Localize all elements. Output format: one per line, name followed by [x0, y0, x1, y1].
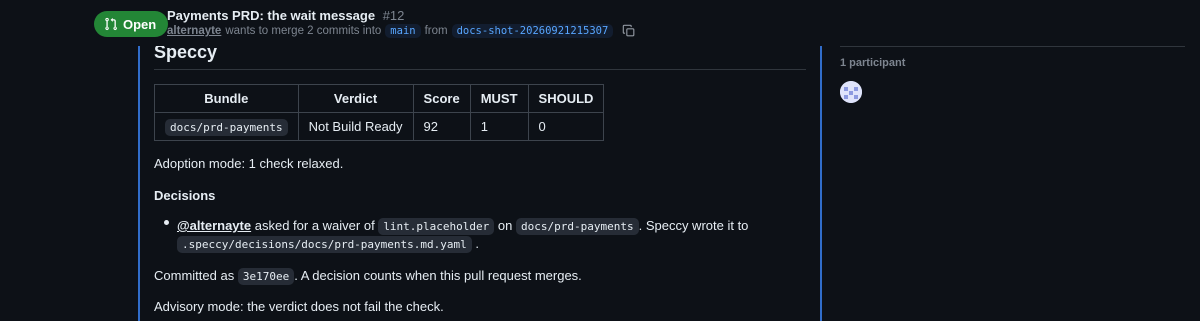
cell-verdict: Not Build Ready — [297, 112, 414, 141]
column-header-verdict: Verdict — [297, 84, 414, 113]
heading-divider — [154, 69, 806, 70]
cell-score: 92 — [412, 112, 471, 141]
decisions-heading: Decisions — [154, 188, 216, 203]
decision-bundle-code: docs/prd-payments — [516, 218, 639, 235]
git-pull-request-icon — [105, 17, 117, 31]
list-bullet — [164, 220, 169, 225]
column-header-score: Score — [412, 84, 471, 113]
decision-text-3: . Speccy wrote it to — [638, 218, 749, 233]
head-branch[interactable]: docs-shot-20260921215307 — [451, 24, 614, 38]
avatar[interactable] — [840, 81, 862, 103]
column-header-should: SHOULD — [527, 84, 605, 113]
pr-state-label: Open — [123, 16, 157, 32]
cell-must: 1 — [469, 112, 529, 141]
pr-title[interactable]: Payments PRD: the wait message — [167, 8, 375, 23]
table-row: docs/prd-payments Not Build Ready 92 1 0 — [154, 112, 605, 141]
pr-author-link[interactable]: alternayte — [167, 25, 221, 37]
adoption-mode-text: Adoption mode: 1 check relaxed. — [154, 156, 344, 171]
pr-state-badge: Open — [94, 11, 169, 37]
pr-title-row: Payments PRD: the wait message #12 — [167, 8, 404, 23]
cell-should: 0 — [527, 112, 605, 141]
decision-text-4: . — [475, 236, 480, 251]
avatar-identicon-icon — [840, 81, 862, 103]
committed-suffix: . A decision counts when this pull reque… — [294, 268, 582, 283]
from-text: from — [424, 25, 448, 37]
decision-line-2: .speccy/decisions/docs/prd-payments.md.y… — [177, 236, 480, 253]
copy-icon[interactable] — [622, 24, 636, 38]
committed-prefix: Committed as — [154, 268, 235, 283]
bundle-code: docs/prd-payments — [165, 119, 288, 136]
commit-sha-code: 3e170ee — [237, 268, 295, 285]
advisory-mode-text: Advisory mode: the verdict does not fail… — [154, 299, 444, 314]
pr-merge-info: alternayte wants to merge 2 commits into… — [167, 24, 636, 38]
verdict-table: Bundle Verdict Score MUST SHOULD docs/pr… — [154, 84, 605, 141]
sidebar-divider — [840, 46, 1185, 47]
committed-line: Committed as 3e170ee. A decision counts … — [154, 268, 582, 285]
column-header-must: MUST — [469, 84, 529, 113]
column-header-bundle: Bundle — [154, 84, 299, 113]
decision-line-1: @alternayte asked for a waiver of lint.p… — [177, 218, 749, 235]
decision-text-2: on — [497, 218, 513, 233]
merge-text: wants to merge 2 commits into — [225, 25, 382, 37]
pr-number: #12 — [382, 8, 405, 23]
participants-label: 1 participant — [840, 57, 906, 69]
table-header-row: Bundle Verdict Score MUST SHOULD — [154, 84, 605, 113]
pr-sticky-header: Open Payments PRD: the wait message #12 … — [0, 0, 1200, 46]
rule-code: lint.placeholder — [378, 218, 495, 235]
decision-text-1: asked for a waiver of — [254, 218, 375, 233]
user-mention-link[interactable]: @alternayte — [177, 218, 251, 233]
decision-path-code: .speccy/decisions/docs/prd-payments.md.y… — [177, 236, 472, 253]
cell-bundle: docs/prd-payments — [154, 112, 299, 141]
base-branch[interactable]: main — [385, 24, 421, 38]
